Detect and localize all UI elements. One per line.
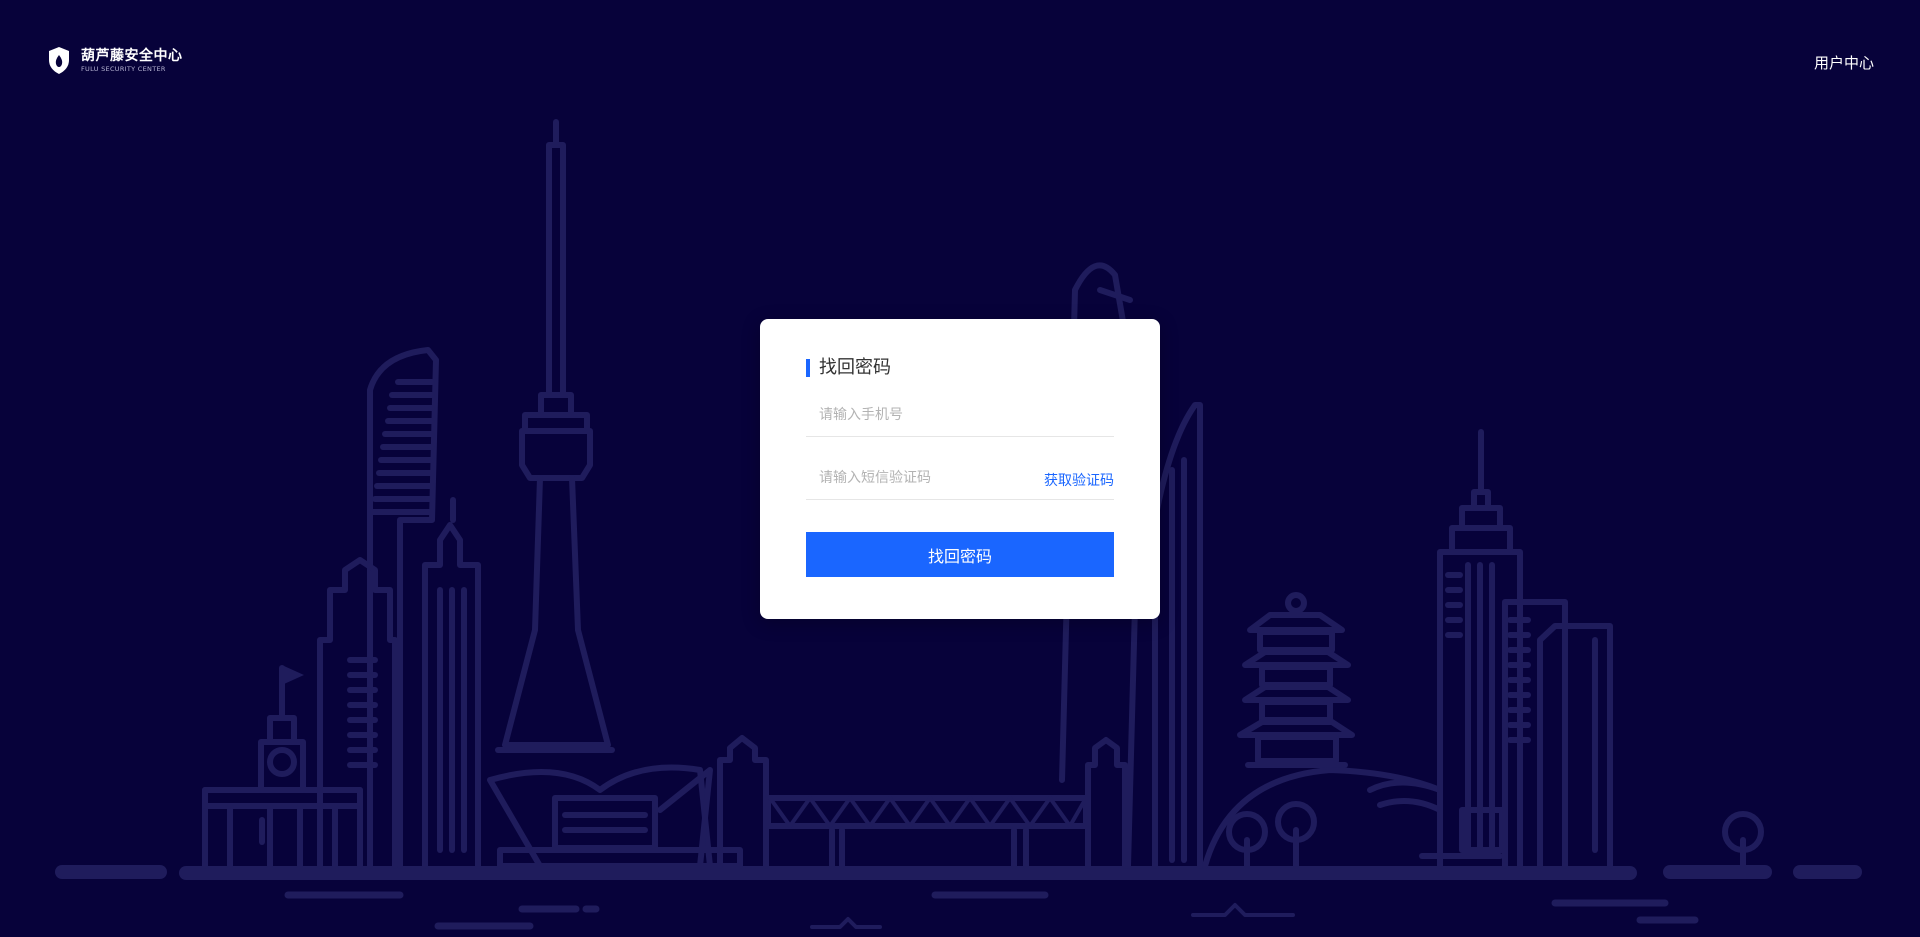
- phone-field: [806, 396, 1114, 437]
- user-center-link[interactable]: 用户中心: [1814, 52, 1874, 73]
- shield-logo-icon: [49, 47, 69, 74]
- logo-title: 葫芦藤安全中心: [81, 47, 183, 64]
- get-code-link[interactable]: 获取验证码: [1044, 470, 1114, 490]
- retrieve-password-button[interactable]: 找回密码: [806, 532, 1114, 577]
- logo-subtitle: FULU SECURITY CENTER: [81, 64, 166, 73]
- logo-text: 葫芦藤安全中心 FULU SECURITY CENTER: [81, 48, 183, 74]
- page: 葫芦藤安全中心 FULU SECURITY CENTER 用户中心 找回密码 获…: [0, 0, 1920, 937]
- sms-code-input[interactable]: [806, 459, 1029, 497]
- sms-code-field: 获取验证码: [806, 459, 1114, 500]
- phone-input[interactable]: [806, 396, 1029, 434]
- card-title: 找回密码: [806, 357, 891, 379]
- logo[interactable]: 葫芦藤安全中心 FULU SECURITY CENTER: [47, 46, 183, 75]
- retrieve-password-card: 找回密码 获取验证码 找回密码: [760, 319, 1160, 619]
